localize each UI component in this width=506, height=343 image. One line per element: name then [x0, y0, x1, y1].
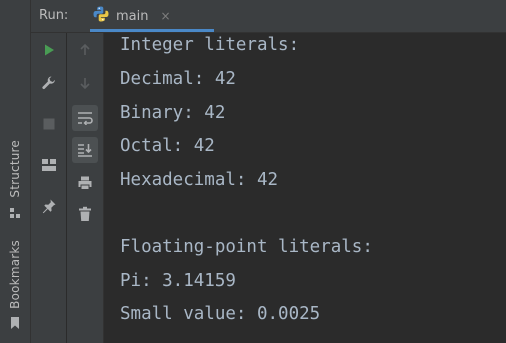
run-tool-window-header: Run: main ×	[31, 0, 506, 33]
print-button[interactable]	[72, 170, 98, 196]
python-icon	[92, 5, 110, 27]
soft-wrap-toggle[interactable]	[72, 105, 98, 131]
arrow-down-icon	[80, 78, 90, 90]
run-toolbar-primary	[31, 33, 66, 343]
console-line: Decimal: 42	[120, 69, 236, 89]
stop-icon	[43, 118, 55, 130]
trash-icon	[79, 206, 91, 221]
console-line: Small value: 0.0025	[120, 304, 321, 324]
bookmarks-tab-label: Bookmarks	[8, 240, 22, 309]
stop-button[interactable]	[36, 111, 62, 137]
rerun-button[interactable]	[36, 37, 62, 63]
structure-icon	[9, 204, 21, 223]
run-label: Run:	[39, 8, 69, 23]
console-line: Integer literals:	[120, 35, 300, 55]
active-tab-indicator	[90, 29, 214, 32]
close-tab-icon[interactable]: ×	[160, 9, 170, 23]
bookmarks-tab[interactable]: Bookmarks	[0, 240, 30, 334]
arrow-up-icon	[80, 43, 90, 55]
printer-icon	[78, 176, 92, 190]
console-line: Binary: 42	[120, 103, 226, 123]
console-line: Octal: 42	[120, 136, 215, 156]
pin-icon	[42, 199, 56, 214]
layout-button[interactable]	[36, 152, 62, 178]
up-stack-trace-button[interactable]	[72, 37, 98, 63]
console-output[interactable]: Integer literals: Decimal: 42 Binary: 42…	[104, 33, 506, 343]
console-line: Floating-point literals:	[120, 237, 373, 257]
console-line: Hexadecimal: 42	[120, 170, 279, 190]
play-icon	[45, 44, 54, 56]
console-line: Pi: 3.14159	[120, 271, 236, 291]
soft-wrap-icon	[78, 112, 93, 125]
side-tool-strip: Structure Bookmarks	[0, 0, 31, 343]
layout-icon	[42, 159, 56, 171]
wrench-icon	[42, 76, 55, 90]
scroll-to-end-toggle[interactable]	[72, 137, 98, 163]
bookmark-icon	[9, 315, 21, 334]
clear-all-button[interactable]	[72, 201, 98, 227]
tab-main[interactable]: main ×	[90, 0, 214, 32]
structure-tab[interactable]: Structure	[0, 140, 30, 223]
pin-tab-button[interactable]	[36, 193, 62, 219]
modify-run-configuration-button[interactable]	[36, 70, 62, 96]
scroll-to-end-icon	[78, 144, 92, 157]
run-toolbar-secondary	[67, 33, 104, 343]
down-stack-trace-button[interactable]	[72, 70, 98, 96]
structure-tab-label: Structure	[8, 140, 22, 198]
tab-main-label: main	[116, 8, 149, 24]
